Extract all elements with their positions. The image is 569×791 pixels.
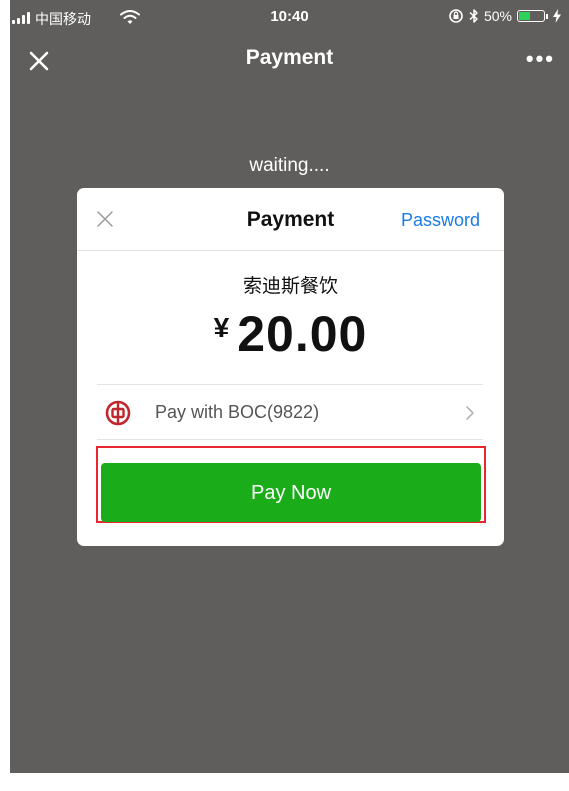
bank-of-china-icon xyxy=(105,400,131,426)
more-icon[interactable]: ••• xyxy=(526,46,555,72)
merchant-name: 索迪斯餐饮 xyxy=(242,275,338,297)
lock-rotation-icon xyxy=(449,9,463,23)
battery-percent: 50% xyxy=(483,8,512,24)
payment-screen: 中国移动 10:40 50% Payment ••• waiting.... P… xyxy=(10,0,569,773)
currency-symbol: ¥ xyxy=(213,312,230,343)
amount-value: 20.00 xyxy=(237,306,368,362)
nav-bar: Payment ••• xyxy=(10,36,569,84)
waiting-text: waiting.... xyxy=(249,155,330,176)
payment-amount: ¥20.00 xyxy=(77,305,504,363)
payment-dialog: Payment Password 索迪斯餐饮 ¥20.00 Pay with B… xyxy=(77,188,504,546)
nav-title: Payment xyxy=(245,46,334,69)
password-link[interactable]: Password xyxy=(401,210,480,231)
pay-method-row[interactable]: Pay with BOC(9822) xyxy=(97,387,483,439)
divider xyxy=(97,384,483,385)
chevron-right-icon xyxy=(466,406,474,420)
pay-method-label: Pay with BOC(9822) xyxy=(155,402,320,422)
divider xyxy=(97,439,483,440)
battery-tip xyxy=(546,13,548,19)
battery-icon xyxy=(517,10,545,22)
battery-fill xyxy=(519,12,530,20)
pay-now-button[interactable]: Pay Now xyxy=(101,463,481,522)
status-bar: 中国移动 10:40 50% xyxy=(10,0,569,36)
bluetooth-icon xyxy=(469,9,478,23)
status-right-group: 50% xyxy=(448,8,561,24)
charging-icon xyxy=(553,9,561,23)
dialog-header: Payment Password xyxy=(77,188,504,251)
